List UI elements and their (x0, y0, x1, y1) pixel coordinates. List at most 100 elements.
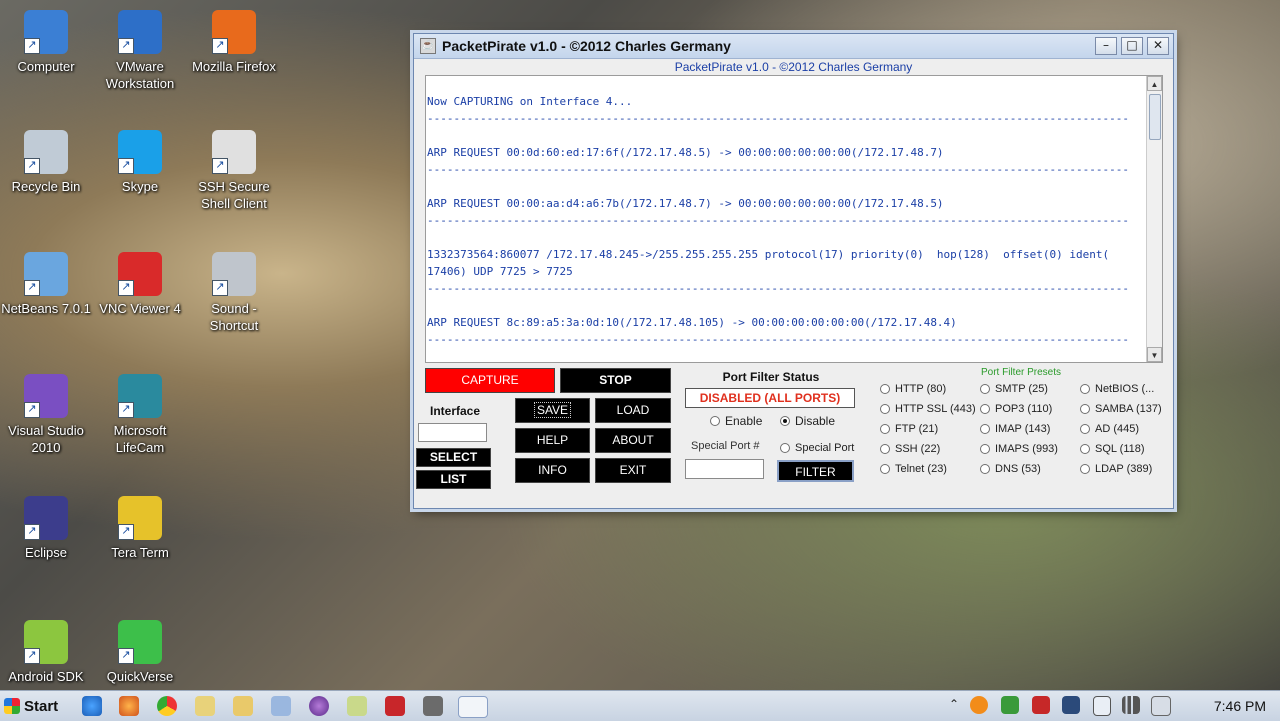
special-port-label: Special Port # (691, 440, 760, 452)
preset-radio[interactable]: SSH (22) (880, 443, 940, 455)
notepad-icon[interactable] (347, 696, 367, 716)
scroll-thumb[interactable] (1149, 94, 1161, 140)
shortcut-arrow-icon: ↗ (118, 648, 134, 664)
select-button[interactable]: SELECT (416, 448, 491, 467)
shortcut-icon: ↗ (24, 496, 68, 540)
preset-radio[interactable]: HTTP (80) (880, 383, 946, 395)
special-port-radio[interactable]: Special Port (780, 442, 854, 454)
log-scrollbar[interactable]: ▲ ▼ (1146, 76, 1162, 362)
desktop-icon[interactable]: ↗ Mozilla Firefox (188, 10, 280, 75)
preset-radio[interactable]: DNS (53) (980, 463, 1041, 475)
packet-log[interactable]: Now CAPTURING on Interface 4... ---------… (425, 75, 1163, 363)
shortcut-arrow-icon: ↗ (24, 158, 40, 174)
preset-radio[interactable]: IMAPS (993) (980, 443, 1058, 455)
exit-button[interactable]: EXIT (595, 458, 671, 483)
shortcut-arrow-icon: ↗ (118, 402, 134, 418)
desktop-icon[interactable]: ↗ VMware Workstation (94, 10, 186, 92)
action-center-tray-icon[interactable] (1093, 696, 1111, 716)
preset-radio[interactable]: NetBIOS (... (1080, 383, 1154, 395)
desktop-icon[interactable]: ↗ Microsoft LifeCam (94, 374, 186, 456)
scroll-down-arrow-icon[interactable]: ▼ (1147, 347, 1162, 362)
save-button[interactable]: SAVE (515, 398, 590, 423)
title-bar[interactable]: ☕ PacketPirate v1.0 - ©2012 Charles Germ… (414, 34, 1173, 59)
load-button[interactable]: LOAD (595, 398, 671, 423)
shortcut-arrow-icon: ↗ (212, 158, 228, 174)
desktop-icon[interactable]: ↗ Android SDK (0, 620, 92, 685)
volume-icon[interactable] (1151, 696, 1171, 716)
disable-radio[interactable]: Disable (780, 414, 835, 428)
preset-radio[interactable]: SAMBA (137) (1080, 403, 1162, 415)
wifi-signal-icon[interactable] (1122, 696, 1140, 714)
shortcut-icon: ↗ (212, 252, 256, 296)
network-status-tray-icon[interactable] (1001, 696, 1019, 714)
packetpirate-task-icon[interactable] (458, 696, 488, 718)
chrome-icon[interactable] (157, 696, 177, 716)
visual-studio-icon[interactable] (309, 696, 329, 716)
preset-radio[interactable]: IMAP (143) (980, 423, 1050, 435)
preset-radio[interactable]: FTP (21) (880, 423, 938, 435)
avast-tray-icon[interactable] (970, 696, 988, 714)
tools-icon[interactable] (423, 696, 443, 716)
desktop-icon[interactable]: ↗ Tera Term (94, 496, 186, 561)
capture-button[interactable]: CAPTURE (425, 368, 555, 393)
special-port-input[interactable] (685, 459, 764, 479)
internet-explorer-icon[interactable] (82, 696, 102, 716)
stop-button[interactable]: STOP (560, 368, 671, 393)
interface-input[interactable] (418, 423, 487, 442)
taskbar-clock[interactable]: 7:46 PM (1214, 698, 1266, 714)
adobe-reader-icon[interactable] (385, 696, 405, 716)
help-button[interactable]: HELP (515, 428, 590, 453)
desktop-icon[interactable]: ↗ QuickVerse (94, 620, 186, 685)
preset-radio[interactable]: LDAP (389) (1080, 463, 1152, 475)
virtualbox-icon[interactable] (271, 696, 291, 716)
port-filter-status-value: DISABLED (ALL PORTS) (685, 388, 855, 408)
desktop-icon[interactable]: ↗ VNC Viewer 4 (94, 252, 186, 317)
preset-radio-dot (880, 384, 890, 394)
desktop-icon[interactable]: ↗ Visual Studio 2010 (0, 374, 92, 456)
desktop-icon[interactable]: ↗ SSH Secure Shell Client (188, 130, 280, 212)
shortcut-arrow-icon: ↗ (118, 38, 134, 54)
info-button[interactable]: INFO (515, 458, 590, 483)
desktop-icon[interactable]: ↗ Sound - Shortcut (188, 252, 280, 334)
show-hidden-icons-icon[interactable]: ⌃ (949, 697, 959, 711)
shortcut-icon: ↗ (118, 130, 162, 174)
list-button[interactable]: LIST (416, 470, 491, 489)
preset-radio-dot (1080, 384, 1090, 394)
desktop-icon[interactable]: ↗ Recycle Bin (0, 130, 92, 195)
preset-radio-label: FTP (21) (895, 423, 939, 435)
scroll-up-arrow-icon[interactable]: ▲ (1147, 76, 1162, 91)
desktop-icon-label: Visual Studio 2010 (8, 423, 84, 455)
port-filter-presets-title: Port Filter Presets (981, 367, 1062, 378)
preset-radio[interactable]: SQL (118) (1080, 443, 1145, 455)
maximize-button[interactable]: □ (1121, 37, 1143, 55)
firefox-icon[interactable] (119, 696, 139, 716)
desktop-icon[interactable]: ↗ Skype (94, 130, 186, 195)
enable-radio[interactable]: Enable (710, 414, 762, 428)
desktop-icon[interactable]: ↗ Eclipse (0, 496, 92, 561)
log-line: ----------------------------------------… (427, 163, 1129, 176)
preset-radio[interactable]: AD (445) (1080, 423, 1139, 435)
about-button[interactable]: ABOUT (595, 428, 671, 453)
taskbar: Start ⌃ 7:46 PM (0, 690, 1280, 721)
preset-radio[interactable]: SMTP (25) (980, 383, 1048, 395)
preset-radio-label: SSH (22) (895, 443, 941, 455)
disable-radio-label: Disable (795, 414, 836, 428)
media-icon[interactable] (195, 696, 215, 716)
preset-radio-dot (1080, 424, 1090, 434)
preset-radio-label: HTTP (80) (895, 383, 947, 395)
shortcut-icon: ↗ (212, 10, 256, 54)
filter-button[interactable]: FILTER (777, 460, 854, 482)
shortcut-arrow-icon: ↗ (24, 38, 40, 54)
file-explorer-icon[interactable] (233, 696, 253, 716)
preset-radio[interactable]: HTTP SSL (443) (880, 403, 976, 415)
minimize-button[interactable]: – (1095, 37, 1117, 55)
desktop-icon[interactable]: ↗ NetBeans 7.0.1 (0, 252, 92, 317)
desktop-icon[interactable]: ↗ Computer (0, 10, 92, 75)
preset-radio[interactable]: POP3 (110) (980, 403, 1052, 415)
desktop-icon-label: SSH Secure Shell Client (198, 179, 270, 211)
close-button[interactable]: ✕ (1147, 37, 1169, 55)
security-tray-icon[interactable] (1032, 696, 1050, 714)
preset-radio[interactable]: Telnet (23) (880, 463, 947, 475)
display-tray-icon[interactable] (1062, 696, 1080, 714)
start-button[interactable]: Start (2, 694, 64, 718)
